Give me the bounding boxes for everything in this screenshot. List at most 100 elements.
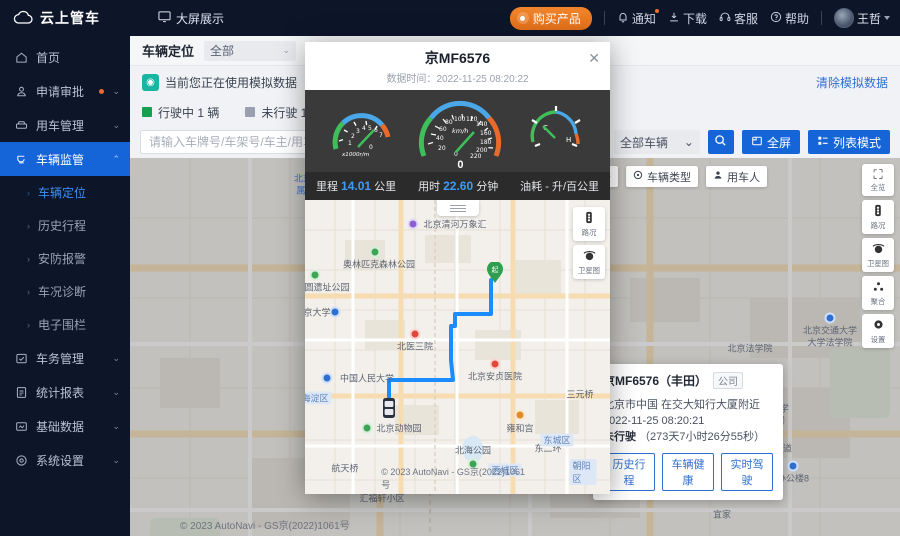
chevron-down-icon: ⌄ (112, 85, 120, 96)
map-chip-label: 用车人 (727, 171, 760, 184)
map-tool-satellite[interactable]: 卫星图 (862, 238, 894, 272)
support-button[interactable]: 客服 (719, 10, 758, 27)
cluster-icon (872, 280, 885, 295)
map-label: 奥林匹克森林公园 (342, 259, 416, 270)
map-label: 京大学 (305, 307, 331, 318)
scope-select[interactable]: 全部 ⌄ (204, 40, 297, 61)
sidebar-item-approval[interactable]: 申请审批 ⌄ (0, 74, 130, 108)
map-tool-overview[interactable]: ⛶ 全览 (862, 164, 894, 196)
map-tool-label: 全览 (870, 183, 886, 192)
buy-product-button[interactable]: 购买产品 (509, 6, 592, 30)
map-chip-driver[interactable]: 用车人 (706, 166, 767, 187)
modal-drag-handle[interactable] (436, 200, 479, 216)
modal-map-tool-satellite[interactable]: 卫星图 (573, 245, 605, 279)
map-tool-settings[interactable]: 设置 (862, 314, 894, 348)
modal-data-time: 数据时间：2022-11-25 08:20:22 (386, 70, 528, 85)
headset-icon (719, 11, 731, 26)
sidebar-item-system-settings[interactable]: 系统设置 ⌄ (0, 443, 130, 477)
sidebar-item-label: 首页 (36, 50, 61, 65)
legend-color-swatch (142, 107, 152, 117)
modal-map-tool-label: 卫星图 (577, 266, 601, 275)
svg-text:起: 起 (492, 266, 499, 274)
district-label: 朝阳区 (569, 459, 597, 485)
legend-driving: 行驶中 1 辆 (142, 104, 219, 121)
fullscreen-button[interactable]: 全屏 (741, 130, 800, 154)
sidebar-item-label: 申请审批 (36, 84, 85, 99)
sidebar-item-label: 电子围栏 (38, 318, 87, 332)
notification-dot (99, 88, 105, 94)
poi-marker (309, 269, 321, 281)
vehicle-address: 北京市中国 在交大知行大厦附近 (603, 399, 761, 411)
download-button[interactable]: 下载 (668, 10, 707, 27)
page-title: 车辆定位 (142, 44, 195, 59)
vehicle-filter-select[interactable]: 全部车辆 ⌄ (613, 130, 700, 154)
list-mode-button[interactable]: 列表模式 (807, 130, 890, 154)
modal-map-tools: 路况 卫星图 (573, 207, 605, 279)
poi-marker (514, 409, 526, 421)
map-chip-cartype[interactable]: 车辆类型 (626, 166, 698, 187)
modal-map-tool-traffic[interactable]: 路况 (573, 207, 605, 241)
map-label: 北海公园 (454, 445, 492, 456)
trip-stats: 里程 14.01 公里 用时 22.60 分钟 油耗 - 升/百公里 (305, 172, 610, 200)
nav-big-screen[interactable]: 大屏展示 (158, 10, 224, 27)
map-tool-label: 设置 (870, 335, 886, 344)
sidebar-item-vehicle-service[interactable]: 车务管理 ⌄ (0, 341, 130, 375)
sidebar-item-base-data[interactable]: 基础数据 ⌄ (0, 409, 130, 443)
sidebar-item-vehicle-diagnosis[interactable]: › 车况诊断 (0, 275, 130, 308)
vehicle-health-button[interactable]: 车辆健康 (662, 453, 714, 491)
poi-marker (787, 460, 799, 472)
user-menu[interactable]: 王哲 (833, 8, 890, 28)
traffic-light-icon (583, 211, 595, 226)
search-button[interactable] (707, 130, 734, 154)
map-tool-cluster[interactable]: 聚合 (862, 276, 894, 310)
vehicle-status-duration: （273天7小时26分55秒） (639, 431, 766, 443)
realtime-driving-button[interactable]: 实时驾驶 (721, 453, 773, 491)
sidebar-item-label: 历史行程 (38, 219, 87, 233)
vehicle-filter-value: 全部车辆 (619, 135, 668, 150)
map-tools: ⛶ 全览 路况 卫星图 聚合 设置 (862, 164, 894, 348)
svg-text:6: 6 (374, 127, 378, 134)
bullet-icon: › (27, 220, 30, 231)
avatar (833, 8, 854, 28)
notifications-label: 通知 (631, 11, 656, 26)
sidebar-item-vehicle-location[interactable]: › 车辆定位 (0, 176, 130, 209)
list-mode-label: 列表模式 (832, 135, 881, 150)
support-label: 客服 (733, 11, 758, 26)
map-label: 中国人民大学 (339, 373, 395, 384)
legend-color-swatch (245, 107, 256, 117)
close-icon[interactable]: ✕ (588, 51, 600, 65)
sidebar-item-home[interactable]: 首页 (0, 40, 130, 74)
modal-title: 京MF6576 (424, 49, 491, 66)
legend-label: 行驶中 1 辆 (158, 105, 220, 120)
simulation-icon: ◉ (142, 73, 159, 91)
clear-simulation-link[interactable]: 清除模拟数据 (816, 74, 888, 91)
notifications-button[interactable]: 通知 (617, 8, 659, 27)
modal-route-map[interactable]: 起 北京清河万象汇 奥林匹克森林公园 圆遗址公园 京大学 北医三院 中国人民大学… (305, 200, 610, 494)
chevron-down-icon: ⌄ (112, 454, 120, 465)
sidebar-item-vehicle-use[interactable]: 用车管理 ⌄ (0, 108, 130, 142)
nav-big-screen-label: 大屏展示 (176, 11, 225, 26)
stat-fuel: 油耗 - 升/百公里 (520, 178, 599, 194)
sidebar-item-vehicle-monitor[interactable]: 车辆监管 ⌃ (0, 142, 130, 176)
buy-product-label: 购买产品 (532, 11, 581, 26)
map-tool-traffic[interactable]: 路况 (862, 200, 894, 234)
history-trip-button[interactable]: 历史行程 (603, 453, 655, 491)
sidebar-item-security-alarm[interactable]: › 安防报警 (0, 242, 130, 275)
map-label: 大学法学院 (807, 337, 853, 348)
chevron-down-icon (884, 16, 890, 20)
map-attribution: © 2023 AutoNavi - GS京(2022)1061号 (180, 521, 350, 532)
district-label: 海淀区 (305, 391, 332, 405)
list-mode-icon (817, 135, 829, 150)
sidebar-item-reports[interactable]: 统计报表 ⌄ (0, 375, 130, 409)
service-icon (14, 351, 28, 365)
vehicle-plate-model: 京MF6576（丰田） (603, 374, 708, 388)
person-icon (713, 170, 723, 183)
poi-marker (409, 328, 421, 340)
sidebar-item-history-trip[interactable]: › 历史行程 (0, 209, 130, 242)
stat-duration: 用时 22.60 分钟 (418, 178, 498, 194)
app-logo[interactable]: 云上管车 (0, 8, 130, 28)
sidebar-item-geofence[interactable]: › 电子围栏 (0, 308, 130, 341)
monitor-icon (158, 10, 171, 26)
help-button[interactable]: 帮助 (770, 10, 809, 27)
bullet-icon: › (27, 286, 30, 297)
